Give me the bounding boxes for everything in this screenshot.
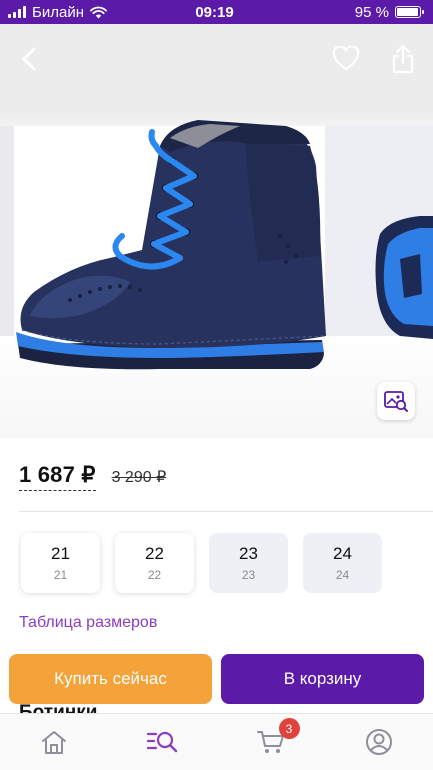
product-image [16,120,326,370]
buy-now-button[interactable]: Купить сейчас [9,654,212,704]
cart-badge: 3 [278,718,300,739]
wifi-icon [89,6,107,18]
image-search-button[interactable] [377,382,415,420]
size-sublabel: 21 [53,567,68,582]
image-search-icon [384,391,408,412]
size-selector: 21 21 22 22 23 23 24 24 [21,533,382,593]
old-price: 3 290 ₽ [111,469,167,486]
size-option[interactable]: 22 22 [115,533,194,593]
battery-percent: 95 % [354,3,389,21]
carrier-name: Билайн [32,3,84,21]
size-label: 23 [239,543,258,563]
action-bar: Купить сейчас В корзину [0,654,433,706]
size-sublabel: 24 [335,567,350,582]
size-sublabel: 22 [147,567,162,582]
nav-catalog[interactable] [108,714,216,770]
size-option[interactable]: 21 21 [21,533,100,593]
bottom-nav: 3 [0,713,433,770]
size-label: 24 [333,543,352,563]
divider [19,511,433,512]
status-time: 09:19 [195,3,234,21]
size-option[interactable]: 24 24 [303,533,382,593]
back-button[interactable] [12,42,46,76]
size-table-link[interactable]: Таблица размеров [19,614,157,632]
share-icon [392,44,414,74]
size-label: 21 [51,543,70,563]
signal-icon [8,6,26,18]
home-icon [42,731,67,754]
nav-home[interactable] [0,714,108,770]
size-option[interactable]: 23 23 [209,533,288,593]
current-price[interactable]: 1 687 ₽ [19,462,96,491]
product-image-gallery[interactable] [0,24,433,438]
catalog-search-icon [147,731,178,753]
size-label: 22 [145,543,164,563]
profile-icon [365,729,392,755]
size-sublabel: 23 [241,567,256,582]
nav-profile[interactable] [325,714,433,770]
share-button[interactable] [386,42,420,76]
next-product-image [375,216,433,339]
price-row: 1 687 ₽ 3 290 ₽ [19,462,166,491]
favorite-button[interactable] [329,42,363,76]
heart-icon [332,46,360,71]
add-to-cart-button[interactable]: В корзину [221,654,424,704]
battery-icon [395,6,424,18]
status-bar: Билайн 09:19 95 % [0,0,433,24]
nav-cart[interactable]: 3 [217,714,325,770]
chevron-left-icon [22,47,36,71]
